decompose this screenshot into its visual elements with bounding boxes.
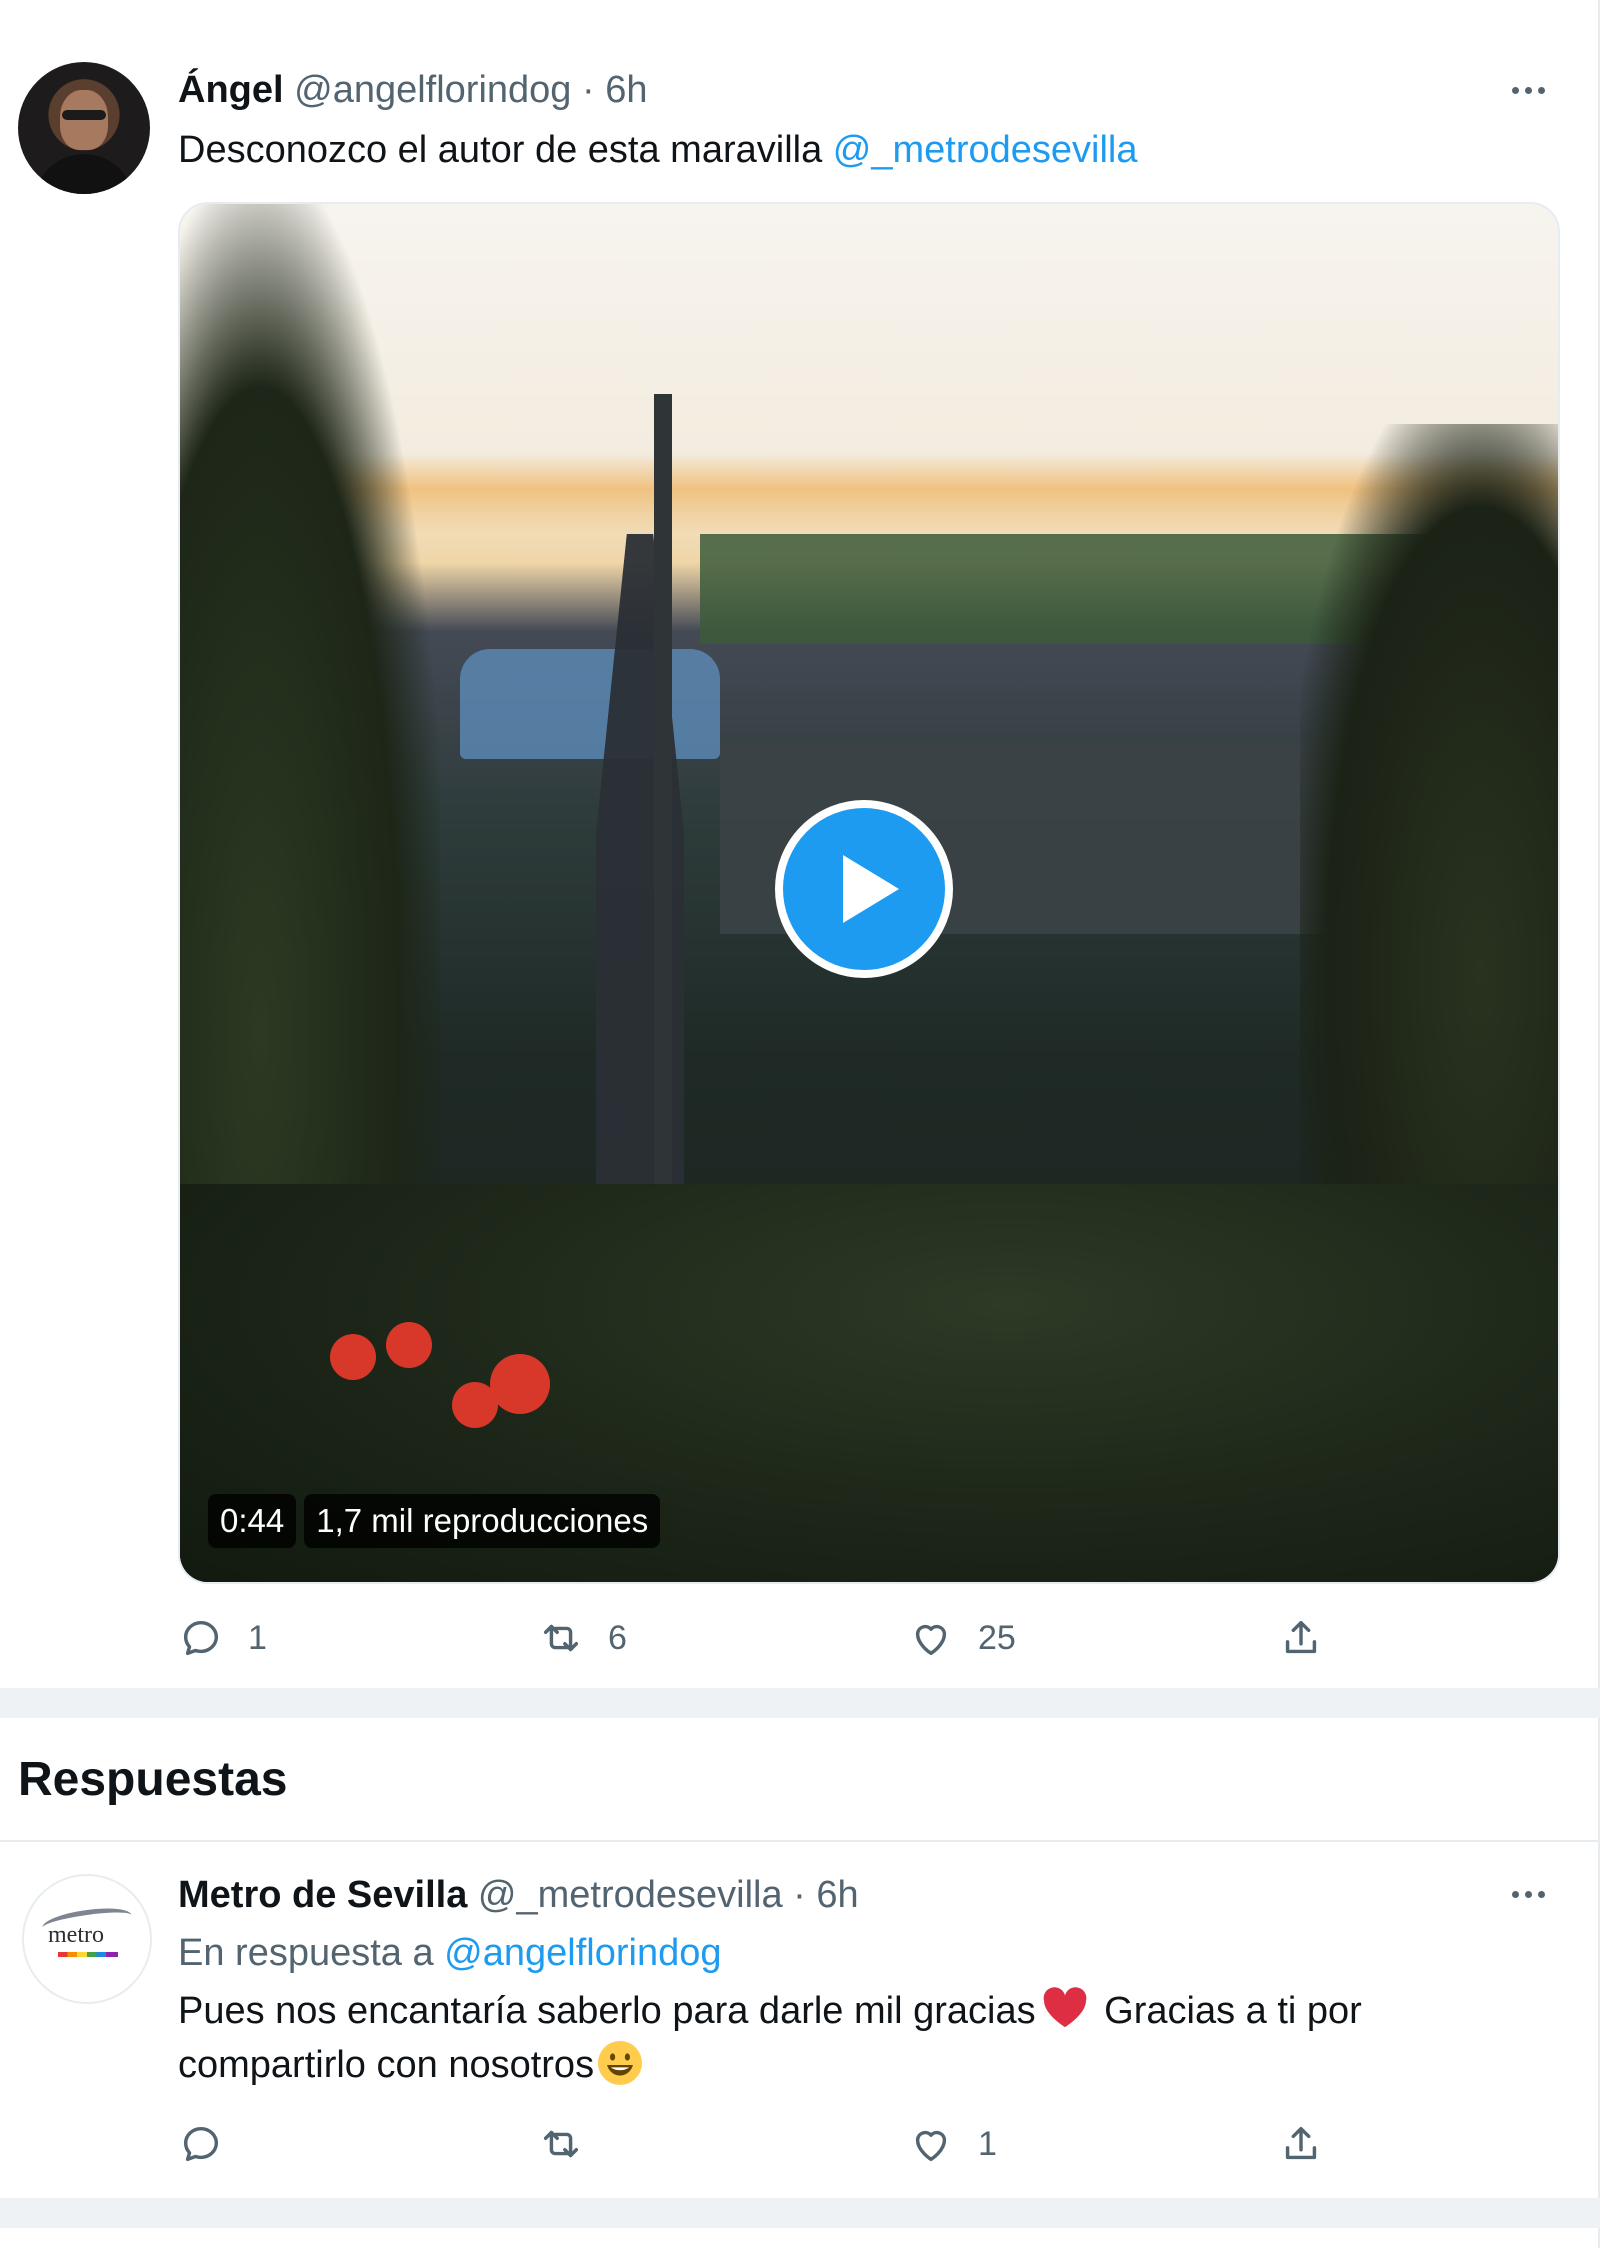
retweet-icon bbox=[543, 2130, 579, 2158]
retweet-button[interactable] bbox=[538, 2114, 584, 2174]
heart-icon bbox=[915, 1624, 947, 1656]
retweet-count: 6 bbox=[608, 1618, 627, 1657]
video-frame-flower bbox=[452, 1382, 498, 1428]
in-reply-to: En respuesta a @angelflorindog bbox=[178, 1928, 722, 1978]
video-info-badges: 0:44 1,7 mil reproducciones bbox=[208, 1494, 661, 1548]
in-reply-prefix: En respuesta a bbox=[178, 1932, 445, 1974]
red-heart-emoji-icon bbox=[1043, 1987, 1086, 2028]
reply-author-handle[interactable]: @_metrodesevilla bbox=[478, 1874, 783, 1916]
tweet-actions: 1 6 25 bbox=[178, 1608, 1378, 1668]
metro-logo-text: metro bbox=[48, 1922, 104, 1948]
video-frame-pole bbox=[654, 394, 672, 1214]
reply-author-name[interactable]: Metro de Sevilla bbox=[178, 1874, 467, 1916]
reply-actions: 1 bbox=[178, 2114, 1378, 2174]
tweet-text: Desconozco el autor de esta maravilla @_… bbox=[178, 124, 1138, 176]
separator-dot: · bbox=[582, 69, 595, 111]
video-player[interactable]: 0:44 1,7 mil reproducciones bbox=[178, 202, 1560, 1584]
reply-count: 1 bbox=[248, 1618, 267, 1657]
reply-button[interactable]: 1 bbox=[178, 1608, 267, 1668]
play-button[interactable] bbox=[775, 800, 953, 978]
retweet-icon bbox=[543, 1624, 579, 1652]
like-count: 25 bbox=[978, 1618, 1016, 1657]
heart-icon bbox=[915, 2130, 947, 2162]
metro-logo-stripes bbox=[58, 1952, 118, 1957]
video-frame-flower bbox=[330, 1334, 376, 1380]
reply-icon bbox=[183, 2126, 219, 2162]
share-button[interactable] bbox=[1278, 1608, 1324, 1668]
reply-time[interactable]: 6h bbox=[816, 1874, 858, 1916]
author-avatar[interactable] bbox=[18, 62, 150, 194]
share-icon bbox=[1285, 1620, 1317, 1654]
in-reply-handle[interactable]: @angelflorindog bbox=[444, 1932, 721, 1974]
reply-text: Pues nos encantaría saberlo para darle m… bbox=[178, 1984, 1528, 2092]
tweet-header: Ángel @angelflorindog · 6h bbox=[178, 66, 648, 114]
tweet-time[interactable]: 6h bbox=[605, 69, 647, 111]
main-tweet: Ángel @angelflorindog · 6h Desconozco el… bbox=[0, 0, 1600, 1688]
section-divider bbox=[0, 2198, 1600, 2228]
video-frame-flower bbox=[386, 1322, 432, 1368]
more-options-icon[interactable] bbox=[1506, 70, 1550, 110]
video-frame-flower bbox=[490, 1354, 550, 1414]
share-button[interactable] bbox=[1278, 2114, 1324, 2174]
replies-heading: Respuestas bbox=[18, 1753, 288, 1806]
separator-dot: · bbox=[793, 1874, 806, 1916]
reply-icon bbox=[183, 1620, 219, 1656]
reply-author-avatar[interactable]: metro bbox=[22, 1874, 152, 2004]
more-options-icon[interactable] bbox=[1506, 1874, 1550, 1914]
section-divider bbox=[0, 1688, 1600, 1718]
share-icon bbox=[1285, 2126, 1317, 2160]
video-frame-station bbox=[460, 649, 720, 759]
like-button[interactable]: 1 bbox=[908, 2114, 997, 2174]
like-count: 1 bbox=[978, 2124, 997, 2163]
reply-header: Metro de Sevilla @_metrodesevilla · 6h bbox=[178, 1870, 859, 1920]
like-button[interactable]: 25 bbox=[908, 1608, 1016, 1668]
reply-button[interactable] bbox=[178, 2114, 224, 2174]
divider bbox=[0, 1840, 1600, 1842]
video-duration: 0:44 bbox=[208, 1494, 297, 1548]
mention-link[interactable]: @_metrodesevilla bbox=[833, 129, 1138, 171]
author-handle[interactable]: @angelflorindog bbox=[294, 69, 571, 111]
smiling-face-emoji-icon bbox=[598, 2041, 643, 2085]
video-views: 1,7 mil reproducciones bbox=[304, 1494, 661, 1548]
play-icon bbox=[843, 855, 899, 923]
retweet-button[interactable]: 6 bbox=[538, 1608, 627, 1668]
tweet-text-body: Desconozco el autor de esta maravilla bbox=[178, 129, 833, 171]
author-name[interactable]: Ángel bbox=[178, 69, 284, 111]
reply-text-part1: Pues nos encantaría saberlo para darle m… bbox=[178, 1990, 1036, 2032]
